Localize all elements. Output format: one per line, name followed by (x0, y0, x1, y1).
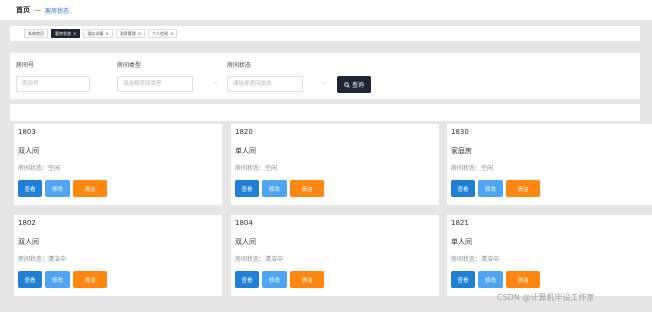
tab-label: 系统首页 (28, 31, 44, 36)
room-number-label: 房间号 (16, 62, 35, 69)
room-type: 双人间 (235, 238, 256, 246)
room-card: 1804 双人间 房间状态：清洁中 查看 修改 清洁 (231, 215, 439, 296)
room-number: 1830 (451, 128, 469, 136)
query-button[interactable]: 查询 (337, 76, 371, 93)
room-status-label: 房间状态 (227, 62, 252, 69)
view-button[interactable]: 查看 (235, 271, 259, 288)
room-number: 1820 (235, 128, 253, 136)
room-card: 1820 单人间 房间状态：空闲 查看 修改 清洁 (231, 124, 439, 205)
clean-button[interactable]: 清洁 (506, 180, 540, 197)
room-type: 双人间 (18, 147, 39, 155)
room-status: 房间状态：清洁中 (451, 256, 500, 263)
close-icon[interactable]: × (170, 31, 173, 36)
watermark: CSDN @计算机毕设工作室 (497, 293, 595, 302)
room-status-select[interactable]: 请选择房间状态 (227, 76, 303, 92)
search-panel: 房间号 房间号 房间类型 请选择房间类型 ⌄ 房间状态 请选择房间状态 ⌄ 查询 (10, 53, 640, 99)
room-card: 1830 家庭房 房间状态：空闲 查看 修改 清洁 (447, 124, 652, 205)
tab-personal-info[interactable]: 个人信息 × (148, 29, 178, 38)
chevron-down-icon[interactable]: ⌄ (213, 79, 218, 86)
view-button[interactable]: 查看 (235, 180, 259, 197)
tab-room-status[interactable]: 客房状态 × (51, 29, 81, 38)
room-type: 家庭房 (451, 147, 472, 155)
edit-button[interactable]: 修改 (45, 180, 70, 197)
room-number-input[interactable]: 房间号 (16, 76, 90, 92)
tab-label: 酒店详情 (87, 31, 104, 36)
close-icon[interactable]: × (73, 31, 76, 36)
room-status: 房间状态：清洁中 (18, 256, 67, 263)
edit-button[interactable]: 修改 (478, 180, 503, 197)
clean-button[interactable]: 清洁 (290, 180, 324, 197)
room-type: 单人间 (235, 147, 256, 155)
view-button[interactable]: 查看 (18, 180, 42, 197)
tab-label: 个人信息 (152, 31, 169, 36)
close-icon[interactable]: × (138, 31, 141, 36)
view-button[interactable]: 查看 (18, 271, 42, 288)
breadcrumb-separator: — (34, 6, 41, 14)
room-status: 房间状态：空闲 (235, 165, 278, 172)
query-button-label: 查询 (351, 82, 364, 89)
tab-system-home[interactable]: 系统首页 (24, 29, 48, 38)
room-status: 房间状态：空闲 (451, 165, 494, 172)
room-number: 1802 (18, 219, 36, 227)
clean-button[interactable]: 清洁 (73, 271, 107, 288)
room-type: 双人间 (18, 238, 39, 246)
breadcrumb-home[interactable]: 首页 (16, 5, 30, 15)
room-card: 1803 双人间 房间状态：空闲 查看 修改 清洁 (14, 124, 222, 205)
tab-hotel-details[interactable]: 酒店详情 × (83, 29, 113, 38)
room-card: 1821 单人间 房间状态：清洁中 查看 修改 清洁 (447, 215, 652, 296)
room-type-label: 房间类型 (117, 62, 142, 69)
room-type: 单人间 (451, 238, 472, 246)
room-type-select[interactable]: 请选择房间类型 (117, 76, 193, 92)
room-number: 1804 (235, 219, 253, 227)
room-number: 1803 (18, 128, 36, 136)
tab-label: 消息管理 (119, 31, 136, 36)
edit-button[interactable]: 修改 (262, 180, 287, 197)
view-button[interactable]: 查看 (451, 180, 475, 197)
clean-button[interactable]: 清洁 (290, 271, 324, 288)
breadcrumb: 首页 — 客房状态 (0, 0, 652, 20)
clean-button[interactable]: 清洁 (73, 180, 107, 197)
tab-label: 客房状态 (55, 31, 71, 36)
edit-button[interactable]: 修改 (478, 271, 503, 288)
clean-button[interactable]: 清洁 (506, 271, 540, 288)
edit-button[interactable]: 修改 (262, 271, 287, 288)
action-strip (10, 104, 640, 121)
tab-message-management[interactable]: 消息管理 × (115, 29, 146, 38)
edit-button[interactable]: 修改 (45, 271, 70, 288)
tags-bar: 系统首页 客房状态 × 酒店详情 × 消息管理 × 个人信息 × (10, 26, 640, 41)
room-status: 房间状态：清洁中 (235, 256, 284, 263)
room-number: 1821 (451, 219, 469, 227)
close-icon[interactable]: × (105, 31, 108, 36)
breadcrumb-current[interactable]: 客房状态 (45, 6, 69, 15)
view-button[interactable]: 查看 (451, 271, 475, 288)
chevron-down-icon[interactable]: ⌄ (321, 79, 326, 86)
room-status: 房间状态：空闲 (18, 165, 61, 172)
search-icon (344, 81, 350, 88)
room-card: 1802 双人间 房间状态：清洁中 查看 修改 清洁 (14, 215, 222, 296)
